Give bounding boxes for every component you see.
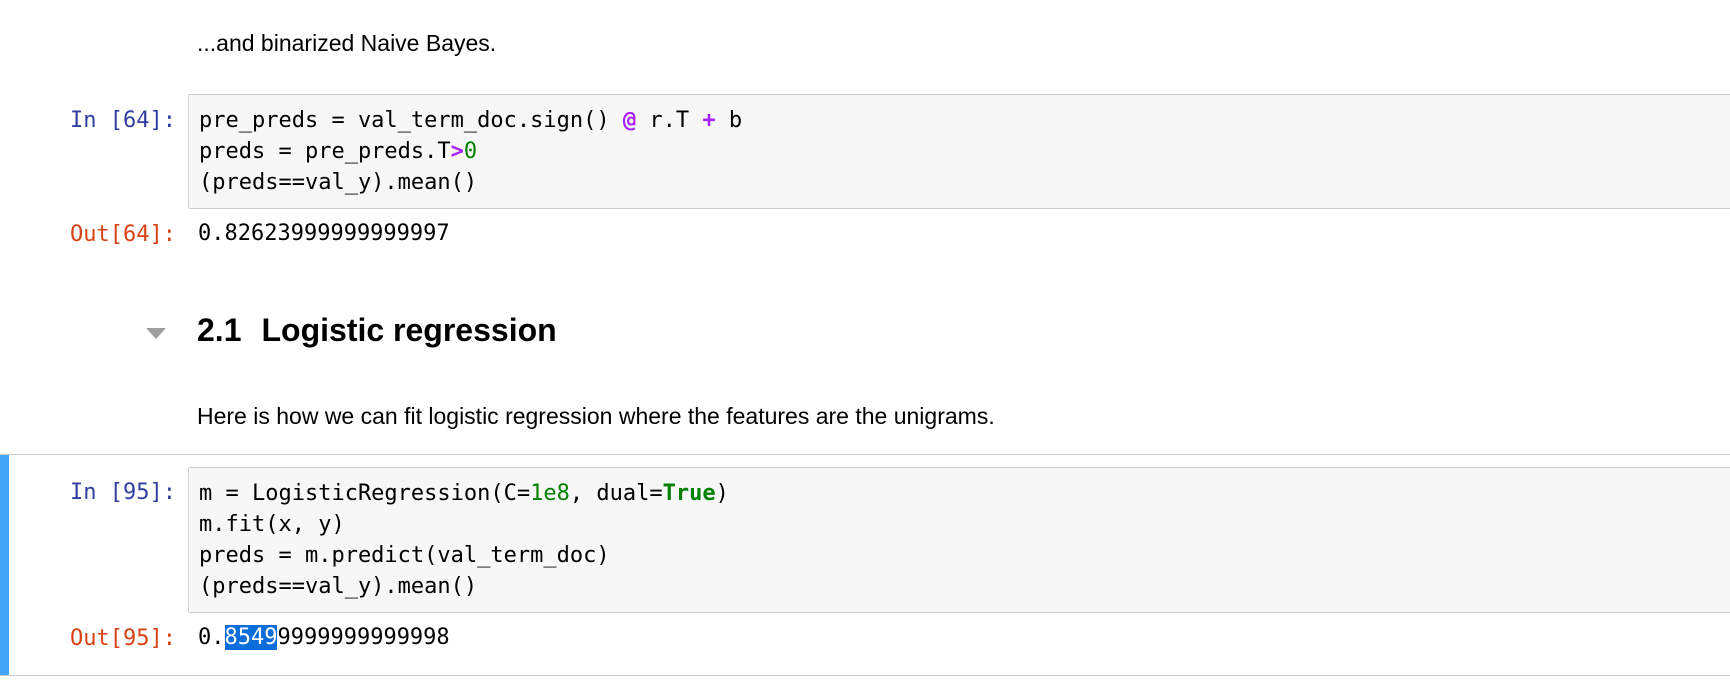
code-text: preds = m.predict(val_term_doc) xyxy=(199,543,610,568)
code-text: m.fit(x, y) xyxy=(199,512,345,537)
cell-output-95[interactable]: 0.85499999999999998 xyxy=(198,623,450,653)
code-text: , dual= xyxy=(569,481,663,506)
input-prompt-95: In [95]: xyxy=(70,480,176,505)
cell-output-64[interactable]: 0.82623999999999997 xyxy=(198,219,450,249)
code-operator: > xyxy=(450,139,464,164)
heading-number: 2.1 xyxy=(197,312,242,348)
code-number: 0 xyxy=(463,139,478,164)
code-text: b xyxy=(715,108,743,133)
code-text: preds = pre_preds.T xyxy=(199,139,451,164)
code-line: m.fit(x, y) xyxy=(199,509,1730,540)
output-prompt-64: Out[64]: xyxy=(70,222,176,247)
code-text: m = LogisticRegression(C= xyxy=(199,481,531,506)
output-prompt-95: Out[95]: xyxy=(70,626,176,651)
code-operator: @ xyxy=(622,108,637,133)
output-text: 9999999999998 xyxy=(277,625,450,650)
markdown-text: Here is how we can fit logistic regressi… xyxy=(197,403,995,429)
output-text: 0. xyxy=(198,625,225,650)
code-operator: + xyxy=(702,108,716,133)
code-text: ) xyxy=(715,481,729,506)
code-text: (preds==val_y).mean() xyxy=(199,574,478,599)
code-line: (preds==val_y).mean() xyxy=(199,571,1730,602)
code-line: m = LogisticRegression(C=1e8, dual=True) xyxy=(199,478,1730,509)
code-line: preds = pre_preds.T>0 xyxy=(199,136,1730,167)
code-text: (preds==val_y).mean() xyxy=(199,170,478,195)
code-keyword: True xyxy=(662,481,716,506)
input-prompt-64: In [64]: xyxy=(70,108,176,133)
markdown-text: ...and binarized Naive Bayes. xyxy=(197,30,497,56)
heading-title: Logistic regression xyxy=(261,312,557,348)
code-cell-95[interactable]: m = LogisticRegression(C=1e8, dual=True)… xyxy=(188,467,1730,613)
code-line: (preds==val_y).mean() xyxy=(199,167,1730,198)
code-cell-64[interactable]: pre_preds = val_term_doc.sign() @ r.T + … xyxy=(188,94,1730,209)
caret-down-icon[interactable] xyxy=(146,328,166,339)
code-line: preds = m.predict(val_term_doc) xyxy=(199,540,1730,571)
code-line: pre_preds = val_term_doc.sign() @ r.T + … xyxy=(199,105,1730,136)
selected-text-highlight[interactable]: 8549 xyxy=(224,625,278,650)
code-text: r.T xyxy=(636,108,703,133)
code-number: 1e8 xyxy=(530,481,570,506)
section-heading: 2.1 Logistic regression xyxy=(197,312,557,349)
code-text: pre_preds = val_term_doc.sign() xyxy=(199,108,623,133)
